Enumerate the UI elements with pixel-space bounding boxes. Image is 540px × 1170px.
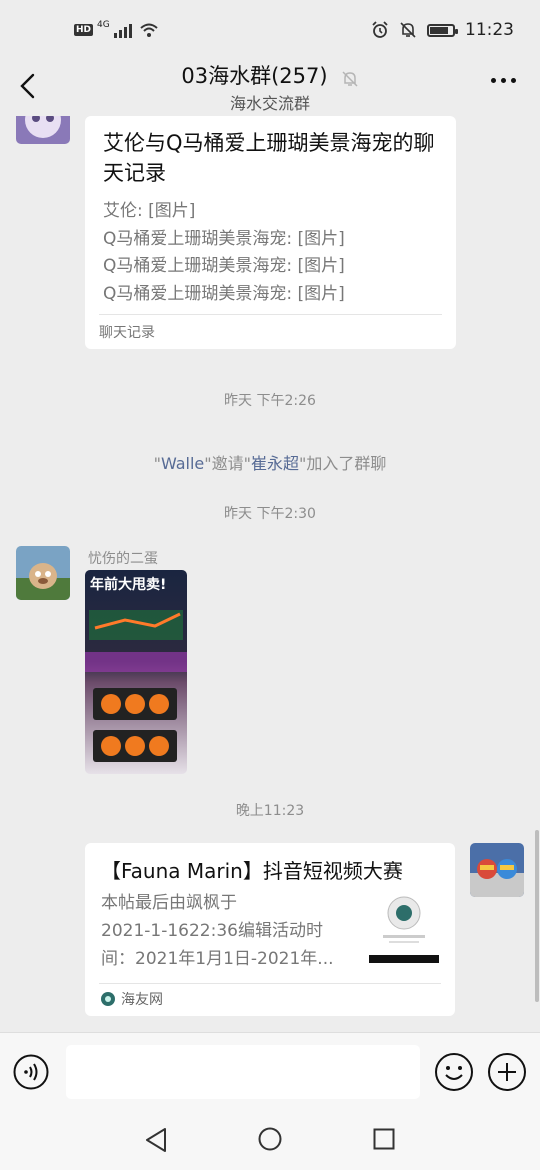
- chat-record-title: 艾伦与Q马桶爱上珊瑚美景海宠的聊天记录: [103, 131, 435, 185]
- more-dots-icon[interactable]: [491, 78, 516, 83]
- chat-record-line: Q马桶爱上珊瑚美景海宠: [图片]: [103, 229, 345, 249]
- link-card[interactable]: 【Fauna Marin】抖音短视频大赛 本帖最后由飒枫于 2021-1-162…: [85, 843, 455, 1016]
- avatar[interactable]: [16, 116, 70, 144]
- chat-record-card[interactable]: 艾伦与Q马桶爱上珊瑚美景海宠的聊天记录 艾伦: [图片] Q马桶爱上珊瑚美景海宠…: [85, 116, 456, 349]
- chat-area[interactable]: 艾伦与Q马桶爱上珊瑚美景海宠的聊天记录 艾伦: [图片] Q马桶爱上珊瑚美景海宠…: [0, 116, 540, 1032]
- system-text: "加入了群聊: [299, 454, 387, 473]
- nav-recent-icon[interactable]: [373, 1128, 395, 1150]
- chat-record-line: 艾伦: [图片]: [103, 201, 196, 221]
- timestamp: 昨天 下午2:26: [224, 393, 316, 409]
- divider: [99, 983, 441, 984]
- chat-title[interactable]: 03海水群(257): [181, 60, 327, 90]
- chat-record-footer: 聊天记录: [99, 325, 155, 341]
- link-desc-line: 间：2021年1月1日-2021年...: [101, 949, 334, 969]
- chat-record-line: Q马桶爱上珊瑚美景海宠: [图片]: [103, 256, 345, 276]
- status-left: HD 4G: [74, 20, 158, 38]
- link-desc-line: 2021-1-1622:36编辑活动时: [101, 921, 323, 941]
- status-right: 11:23: [371, 20, 514, 40]
- system-message: "Walle"邀请"崔永超"加入了群聊: [0, 450, 540, 474]
- nav-back-icon[interactable]: [144, 1127, 168, 1153]
- system-text: ": [153, 454, 161, 473]
- source-name: 海友网: [121, 992, 163, 1008]
- title-wrap: 03海水群(257): [0, 60, 540, 90]
- emoji-icon[interactable]: [434, 1052, 474, 1092]
- battery-fill: [430, 26, 448, 34]
- chat-record-line: Q马桶爱上珊瑚美景海宠: [图片]: [103, 284, 345, 304]
- voice-icon[interactable]: [13, 1054, 49, 1090]
- status-time: 11:23: [465, 20, 514, 40]
- bell-off-icon: [342, 70, 358, 87]
- chat-subtitle: 海水交流群: [229, 94, 310, 113]
- timestamp: 晚上11:23: [235, 803, 305, 819]
- invitee-link[interactable]: 崔永超: [251, 454, 299, 473]
- my-avatar[interactable]: [470, 843, 524, 897]
- plus-icon[interactable]: [487, 1052, 527, 1092]
- mute-bell-icon: [400, 22, 416, 38]
- battery-icon: [427, 23, 458, 37]
- scrollbar[interactable]: [535, 830, 539, 1002]
- wifi-icon: [140, 23, 158, 37]
- image-message[interactable]: 年前大甩卖!: [85, 570, 187, 774]
- sender-name: 忧伤的二蛋: [88, 551, 158, 567]
- input-bar: [0, 1032, 540, 1111]
- link-thumbnail: [369, 891, 439, 963]
- system-nav-bar: [0, 1110, 540, 1170]
- source-logo-icon: [101, 992, 115, 1006]
- signal-icon: [113, 22, 136, 38]
- system-text: "邀请": [204, 454, 252, 473]
- nav-home-icon[interactable]: [258, 1127, 282, 1151]
- link-description: 本帖最后由飒枫于 2021-1-1622:36编辑活动时 间：2021年1月1日…: [101, 889, 351, 973]
- inviter-link[interactable]: Walle: [161, 454, 204, 473]
- message-input[interactable]: [66, 1045, 420, 1099]
- link-title: 【Fauna Marin】抖音短视频大赛: [101, 859, 403, 883]
- chat-header: 03海水群(257) 海水交流群: [0, 56, 540, 116]
- image-banner: 年前大甩卖!: [90, 577, 167, 593]
- divider: [99, 314, 442, 315]
- timestamp: 昨天 下午2:30: [224, 506, 316, 522]
- network-type: 4G: [97, 20, 110, 30]
- alarm-icon: [372, 21, 388, 38]
- hd-badge: HD: [74, 24, 94, 36]
- link-source: 海友网: [101, 989, 163, 1009]
- link-desc-line: 本帖最后由飒枫于: [101, 893, 237, 913]
- avatar[interactable]: [16, 546, 70, 600]
